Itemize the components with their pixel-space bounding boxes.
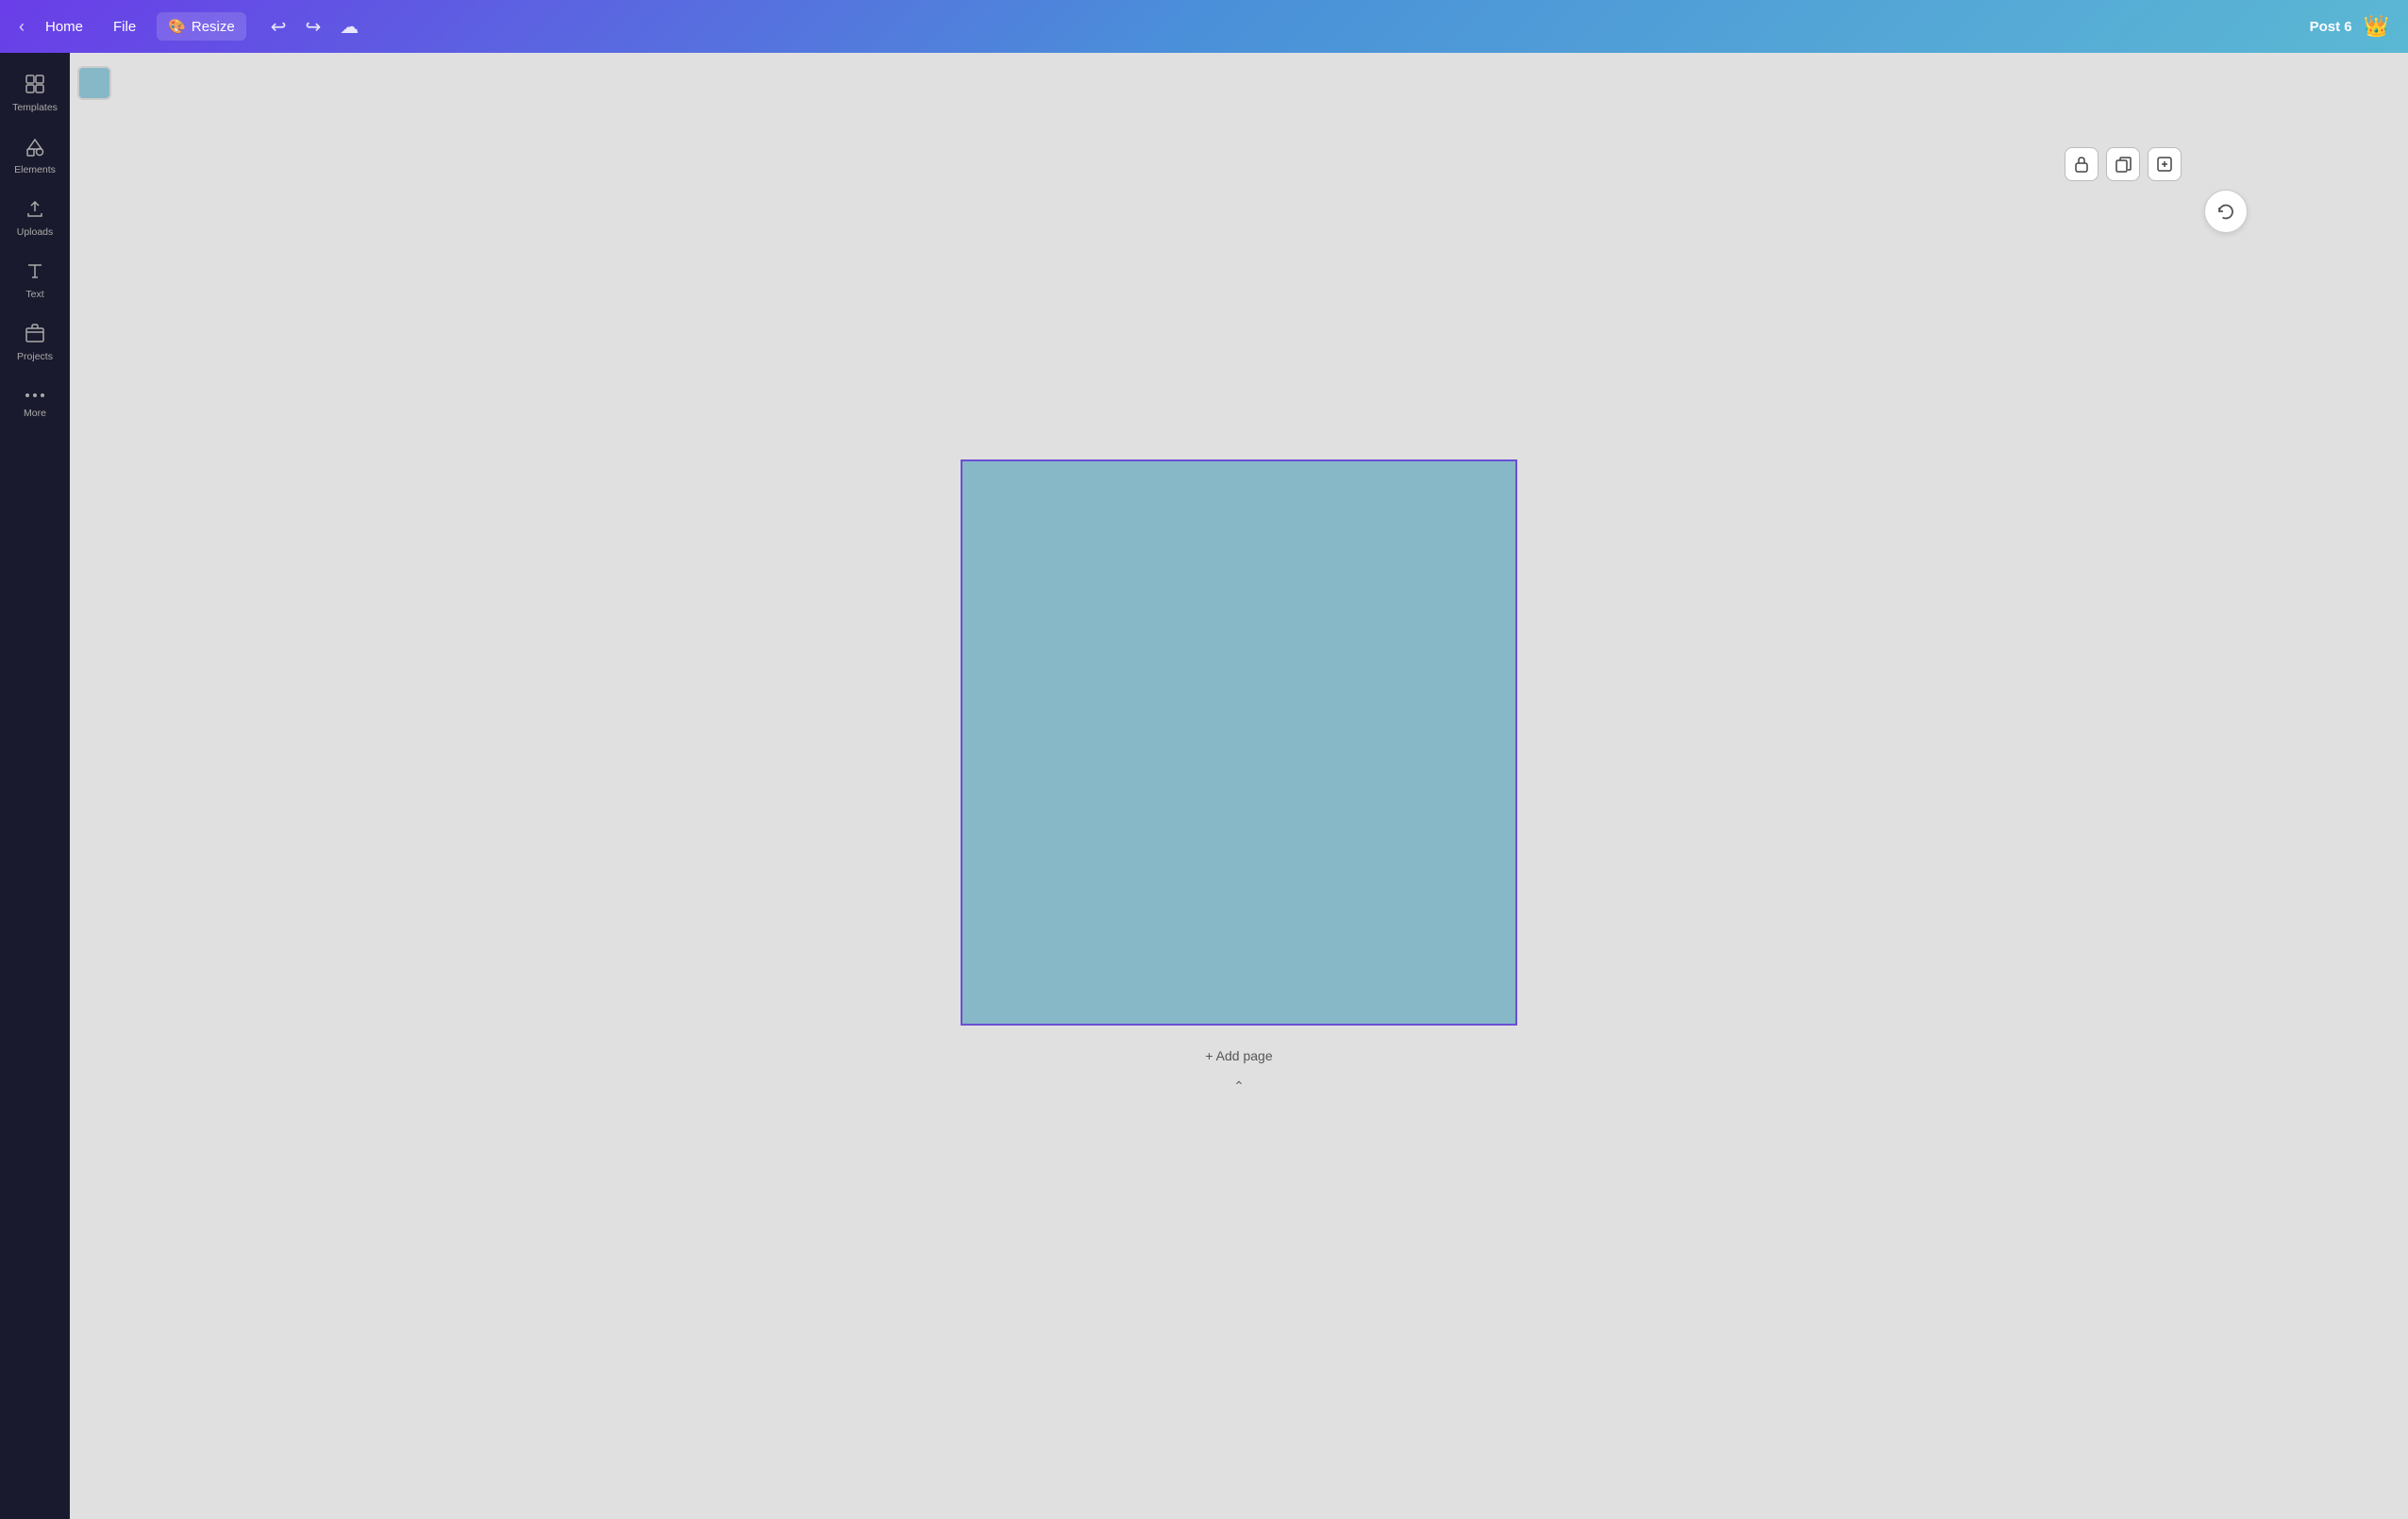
sidebar-item-elements[interactable]: Elements: [4, 126, 66, 185]
resize-button[interactable]: 🎨 Resize: [157, 12, 246, 41]
canvas-toolbar: [2065, 147, 2182, 181]
rotate-button[interactable]: [2204, 190, 2248, 233]
add-to-page-button[interactable]: [2148, 147, 2182, 181]
sidebar-item-uploads[interactable]: Uploads: [4, 189, 66, 247]
projects-icon: [25, 323, 45, 347]
file-label: File: [113, 19, 136, 35]
back-chevron-icon[interactable]: ‹: [19, 17, 25, 37]
sidebar-item-text[interactable]: Text: [4, 251, 66, 309]
topbar-actions: ↩ ↪ ☁: [265, 9, 365, 44]
redo-button[interactable]: ↪: [300, 9, 327, 44]
sidebar-label-more: More: [24, 408, 46, 419]
crown-icon: 👑: [2364, 14, 2389, 39]
design-canvas[interactable]: [961, 459, 1517, 1026]
sidebar-label-projects: Projects: [17, 351, 53, 362]
page-title: Post 6: [2310, 19, 2352, 35]
sidebar-item-projects[interactable]: Projects: [4, 313, 66, 372]
sidebar-label-uploads: Uploads: [17, 226, 54, 238]
topbar-right: Post 6 👑: [2310, 14, 2389, 39]
resize-emoji-icon: 🎨: [168, 18, 186, 35]
undo-button[interactable]: ↩: [265, 9, 293, 44]
color-swatch-area: [77, 66, 111, 100]
home-label: Home: [45, 19, 83, 35]
topbar: ‹ Home File 🎨 Resize ↩ ↪ ☁ Post 6 👑: [0, 0, 2408, 53]
chevron-up-icon[interactable]: ⌃: [1233, 1078, 1245, 1094]
cloud-save-button[interactable]: ☁: [334, 9, 364, 44]
duplicate-button[interactable]: [2106, 147, 2140, 181]
lock-button[interactable]: [2065, 147, 2099, 181]
color-swatch[interactable]: [77, 66, 111, 100]
topbar-left: ‹ Home File 🎨 Resize ↩ ↪ ☁: [19, 9, 364, 44]
add-page-area: + Add page ⌃: [1186, 1041, 1291, 1094]
resize-label: Resize: [192, 19, 235, 35]
canvas-area: + Add page ⌃: [70, 53, 2408, 1519]
sidebar: Templates Elements Uploads Text: [0, 53, 70, 1519]
file-button[interactable]: File: [104, 13, 145, 41]
elements-icon: [25, 136, 45, 160]
home-button[interactable]: Home: [36, 13, 92, 41]
uploads-icon: [25, 198, 45, 223]
templates-icon: [25, 74, 45, 98]
text-icon: [25, 260, 45, 285]
sidebar-item-templates[interactable]: Templates: [4, 64, 66, 123]
add-page-button[interactable]: + Add page: [1186, 1041, 1291, 1071]
sidebar-label-text: Text: [25, 289, 43, 300]
sidebar-item-more[interactable]: More: [4, 376, 66, 428]
more-icon: [25, 385, 45, 404]
sidebar-label-templates: Templates: [12, 102, 58, 113]
sidebar-label-elements: Elements: [14, 164, 56, 175]
